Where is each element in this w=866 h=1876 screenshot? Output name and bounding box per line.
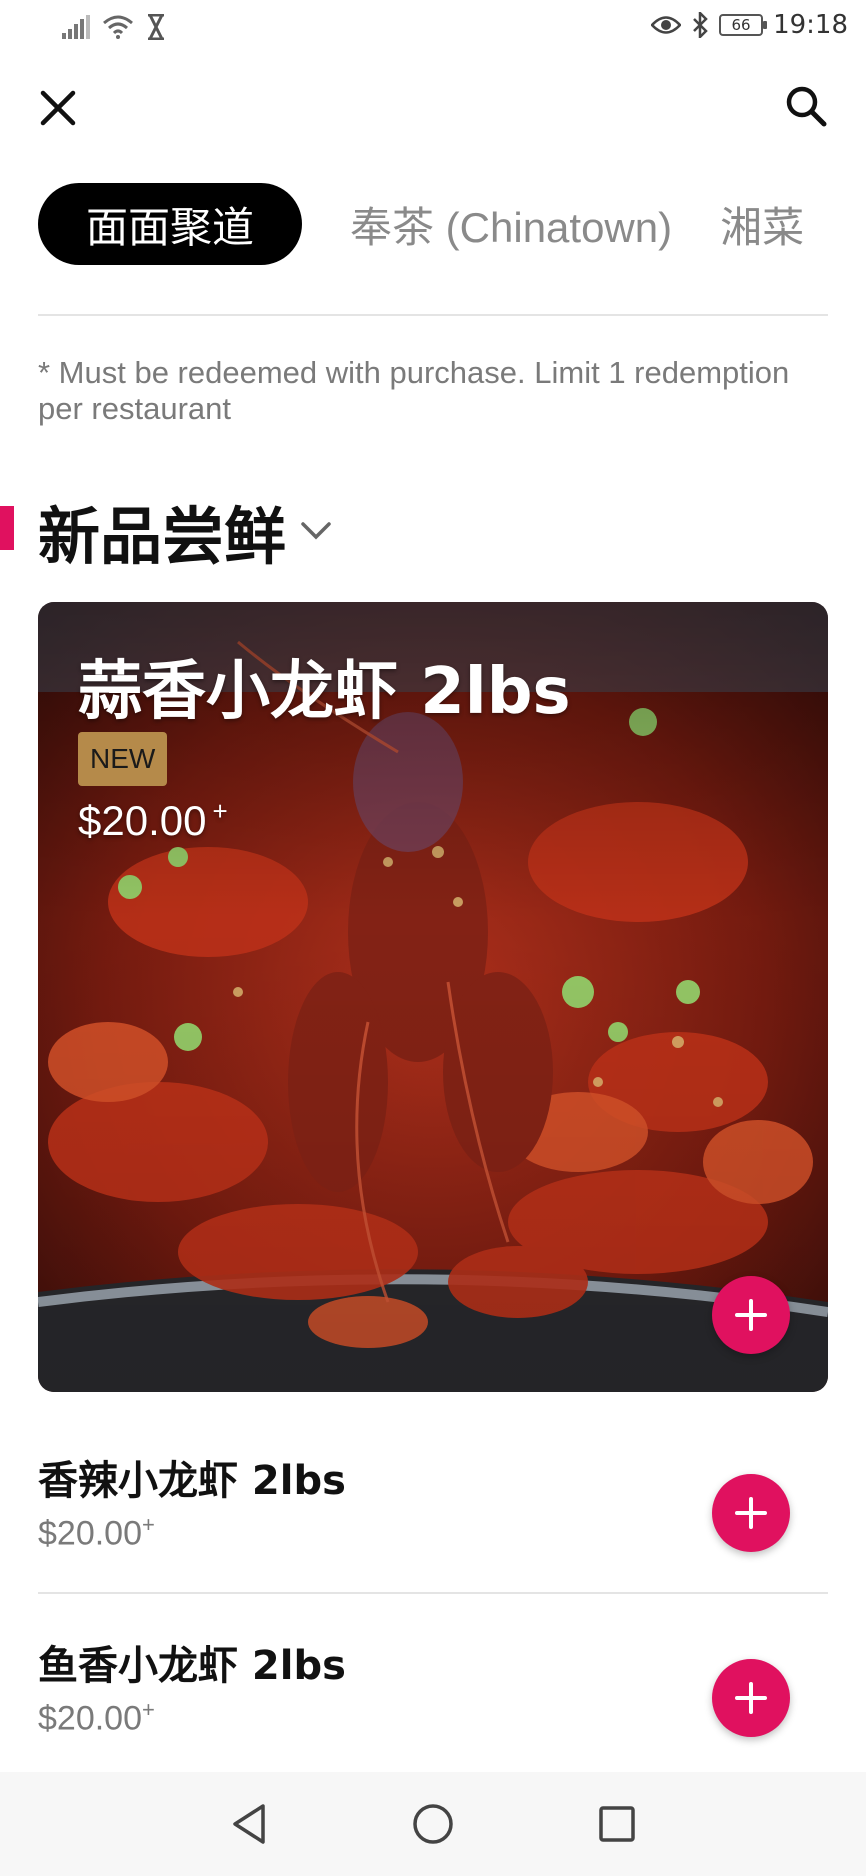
wifi-icon <box>103 15 133 39</box>
item-price: $20.00+ <box>38 1697 155 1738</box>
status-left <box>62 14 166 40</box>
status-right: 66 19:18 <box>651 10 848 40</box>
new-badge: NEW <box>78 732 168 786</box>
featured-price-suffix: + <box>212 796 228 826</box>
home-button[interactable] <box>405 1796 461 1852</box>
item-price-suffix: + <box>142 1697 155 1722</box>
battery-level: 66 <box>731 16 751 34</box>
tab-fengcha[interactable]: 奉茶 (Chinatown) <box>350 183 672 265</box>
item-name: 鱼香小龙虾 2lbs <box>38 1643 346 1689</box>
section-title: 新品尝鲜 <box>38 500 287 573</box>
section-marker <box>0 506 14 550</box>
status-bar: 66 19:18 <box>0 0 866 60</box>
signal-icon <box>62 15 90 39</box>
plus-icon <box>735 1682 767 1714</box>
item-name: 香辣小龙虾 2lbs <box>38 1458 346 1504</box>
restaurant-tabs: 面面聚道 奉茶 (Chinatown) 湘菜 <box>38 182 866 266</box>
item-price-value: $20.00 <box>38 1699 142 1738</box>
item-divider <box>38 1592 828 1594</box>
item-price-suffix: + <box>142 1512 155 1537</box>
list-item[interactable]: 鱼香小龙虾 2lbs $20.00+ <box>38 1633 828 1783</box>
featured-price-value: $20.00 <box>78 797 207 844</box>
featured-item-price: $20.00 + <box>78 796 228 845</box>
bluetooth-icon <box>693 12 708 38</box>
search-button[interactable] <box>782 82 830 130</box>
system-nav-bar <box>0 1772 866 1876</box>
search-icon <box>786 86 827 127</box>
recents-square-icon <box>599 1806 635 1842</box>
tab-xiangcai[interactable]: 湘菜 <box>720 183 804 265</box>
back-button[interactable] <box>221 1796 277 1852</box>
tabs-divider <box>38 314 828 316</box>
add-item-button[interactable] <box>712 1659 790 1737</box>
back-triangle-icon <box>233 1804 265 1844</box>
featured-item-name: 蒜香小龙虾 2lbs <box>78 655 571 729</box>
item-price: $20.00+ <box>38 1512 155 1553</box>
recents-button[interactable] <box>589 1796 645 1852</box>
plus-icon <box>735 1497 767 1529</box>
hourglass-icon <box>148 14 164 40</box>
chevron-down-icon <box>301 522 331 540</box>
add-item-button[interactable] <box>712 1474 790 1552</box>
section-header[interactable]: 新品尝鲜 <box>38 486 332 576</box>
redemption-note: * Must be redeemed with purchase. Limit … <box>38 355 790 426</box>
plus-icon <box>735 1299 767 1331</box>
add-featured-button[interactable] <box>712 1276 790 1354</box>
battery-icon: 66 <box>719 14 768 36</box>
item-price-value: $20.00 <box>38 1514 142 1553</box>
home-circle-icon <box>413 1804 453 1844</box>
featured-item-card[interactable]: 蒜香小龙虾 2lbs NEW $20.00 + <box>38 602 828 1392</box>
close-icon <box>40 90 76 126</box>
list-item[interactable]: 香辣小龙虾 2lbs $20.00+ <box>38 1448 828 1598</box>
status-time: 19:18 <box>773 10 848 40</box>
tab-mianmian[interactable]: 面面聚道 <box>38 183 303 265</box>
close-button[interactable] <box>36 86 80 130</box>
eye-icon <box>651 16 682 34</box>
